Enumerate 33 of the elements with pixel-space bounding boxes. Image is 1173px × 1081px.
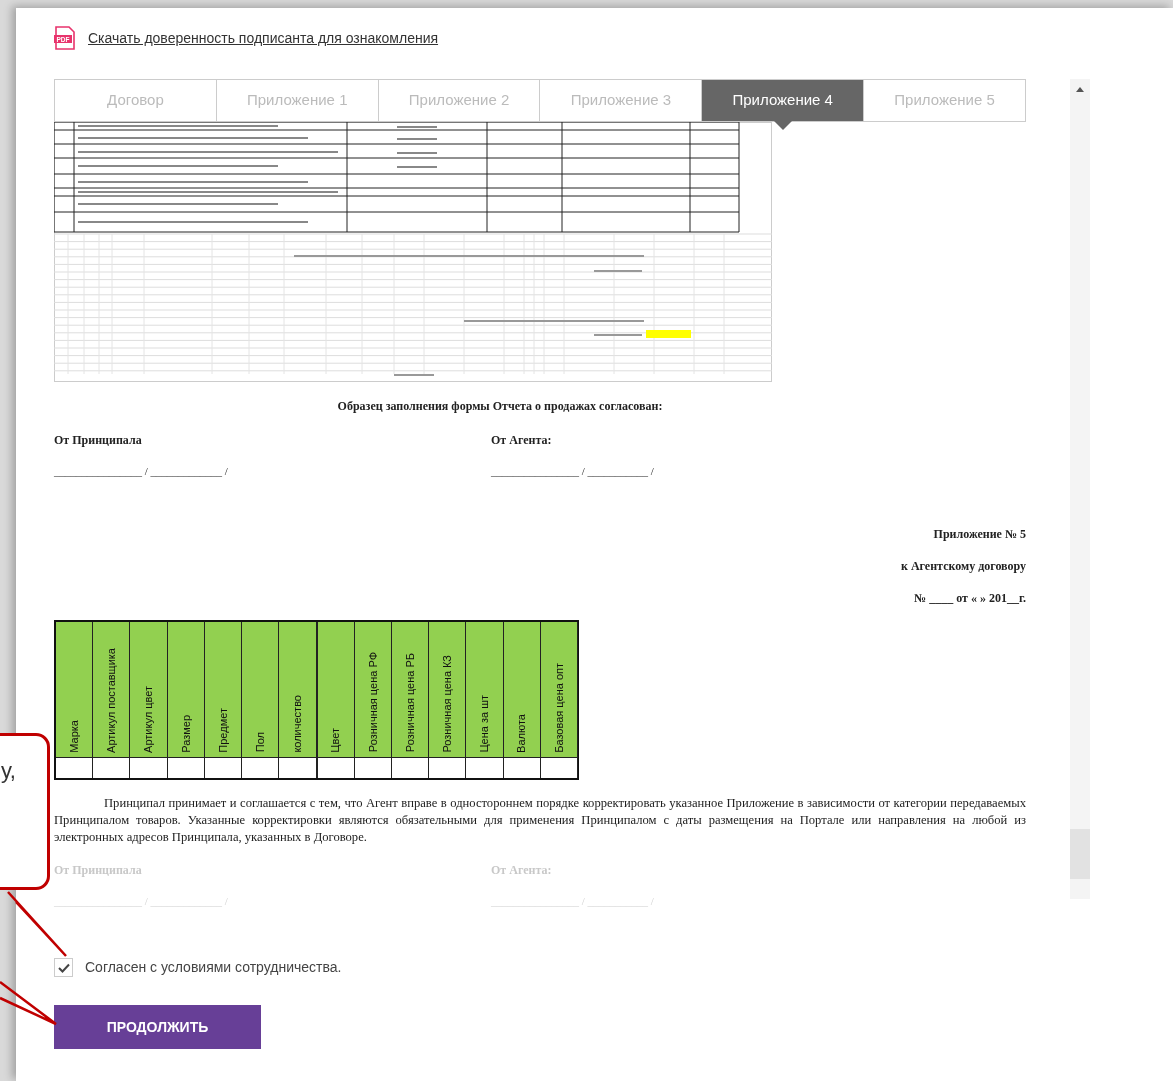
column-header: Марка xyxy=(56,621,94,757)
callout-text: у, xyxy=(1,758,16,783)
agreement-checkbox[interactable] xyxy=(54,958,73,977)
column-header: Розничная цена РБ xyxy=(391,621,430,757)
signature-line: ________________ / ___________ / xyxy=(491,464,655,479)
column-header: Предмет xyxy=(204,621,243,757)
column-header: Розничная цена КЗ xyxy=(429,621,467,757)
signature-line: ________________ / _____________ / xyxy=(54,464,229,479)
column-header: Артикул поставщика xyxy=(93,621,131,757)
appendix-header-line: Приложение № 5 xyxy=(933,525,1026,543)
signature-line: ________________ / ___________ / xyxy=(491,893,655,909)
approval-heading: Образец заполнения формы Отчета о продажах согласован: xyxy=(336,398,664,415)
agreement-paragraph: Принципал принимает и соглашается с тем, что Агент вправе в одностороннем порядке корректировать указанное Приложение в зависимости от категории передаваемых Принципалом товаров. Указанные корректировки являются обязательными для применения Принципалом с даты размещения на Портале или направления на любой из электронных адресов Принципала, указанных в Договоре. xyxy=(54,794,1026,846)
signature-party: От Принципала xyxy=(54,432,143,449)
column-header: Валюта xyxy=(503,621,541,757)
column-header: Цена за шт xyxy=(466,621,504,757)
download-link[interactable]: Скачать доверенность подписанта для ознакомления xyxy=(88,27,439,49)
continue-button[interactable]: ПРОДОЛЖИТЬ xyxy=(54,1005,261,1049)
check-icon xyxy=(57,962,70,973)
column-header: Базовая цена опт xyxy=(540,621,579,757)
column-header: Размер xyxy=(167,621,205,757)
column-header: Пол xyxy=(242,621,280,757)
scrollbar[interactable] xyxy=(1070,79,1090,899)
column-header: Артикул цвет xyxy=(130,621,168,757)
signature-party: От Агента: xyxy=(491,432,553,449)
appendix-header-line: к Агентскому договору xyxy=(901,557,1026,575)
signature-line: ________________ / _____________ / xyxy=(54,893,229,909)
scrollbar-thumb[interactable] xyxy=(1070,829,1090,879)
scroll-up-icon[interactable] xyxy=(1076,87,1084,92)
agreement-label: Согласен с условиями сотрудничества. xyxy=(85,958,342,977)
appendix-header-line: № ____ от « » 201__г. xyxy=(914,589,1026,607)
column-header: Цвет xyxy=(317,621,355,757)
column-header: Розничная цена РФ xyxy=(354,621,392,757)
